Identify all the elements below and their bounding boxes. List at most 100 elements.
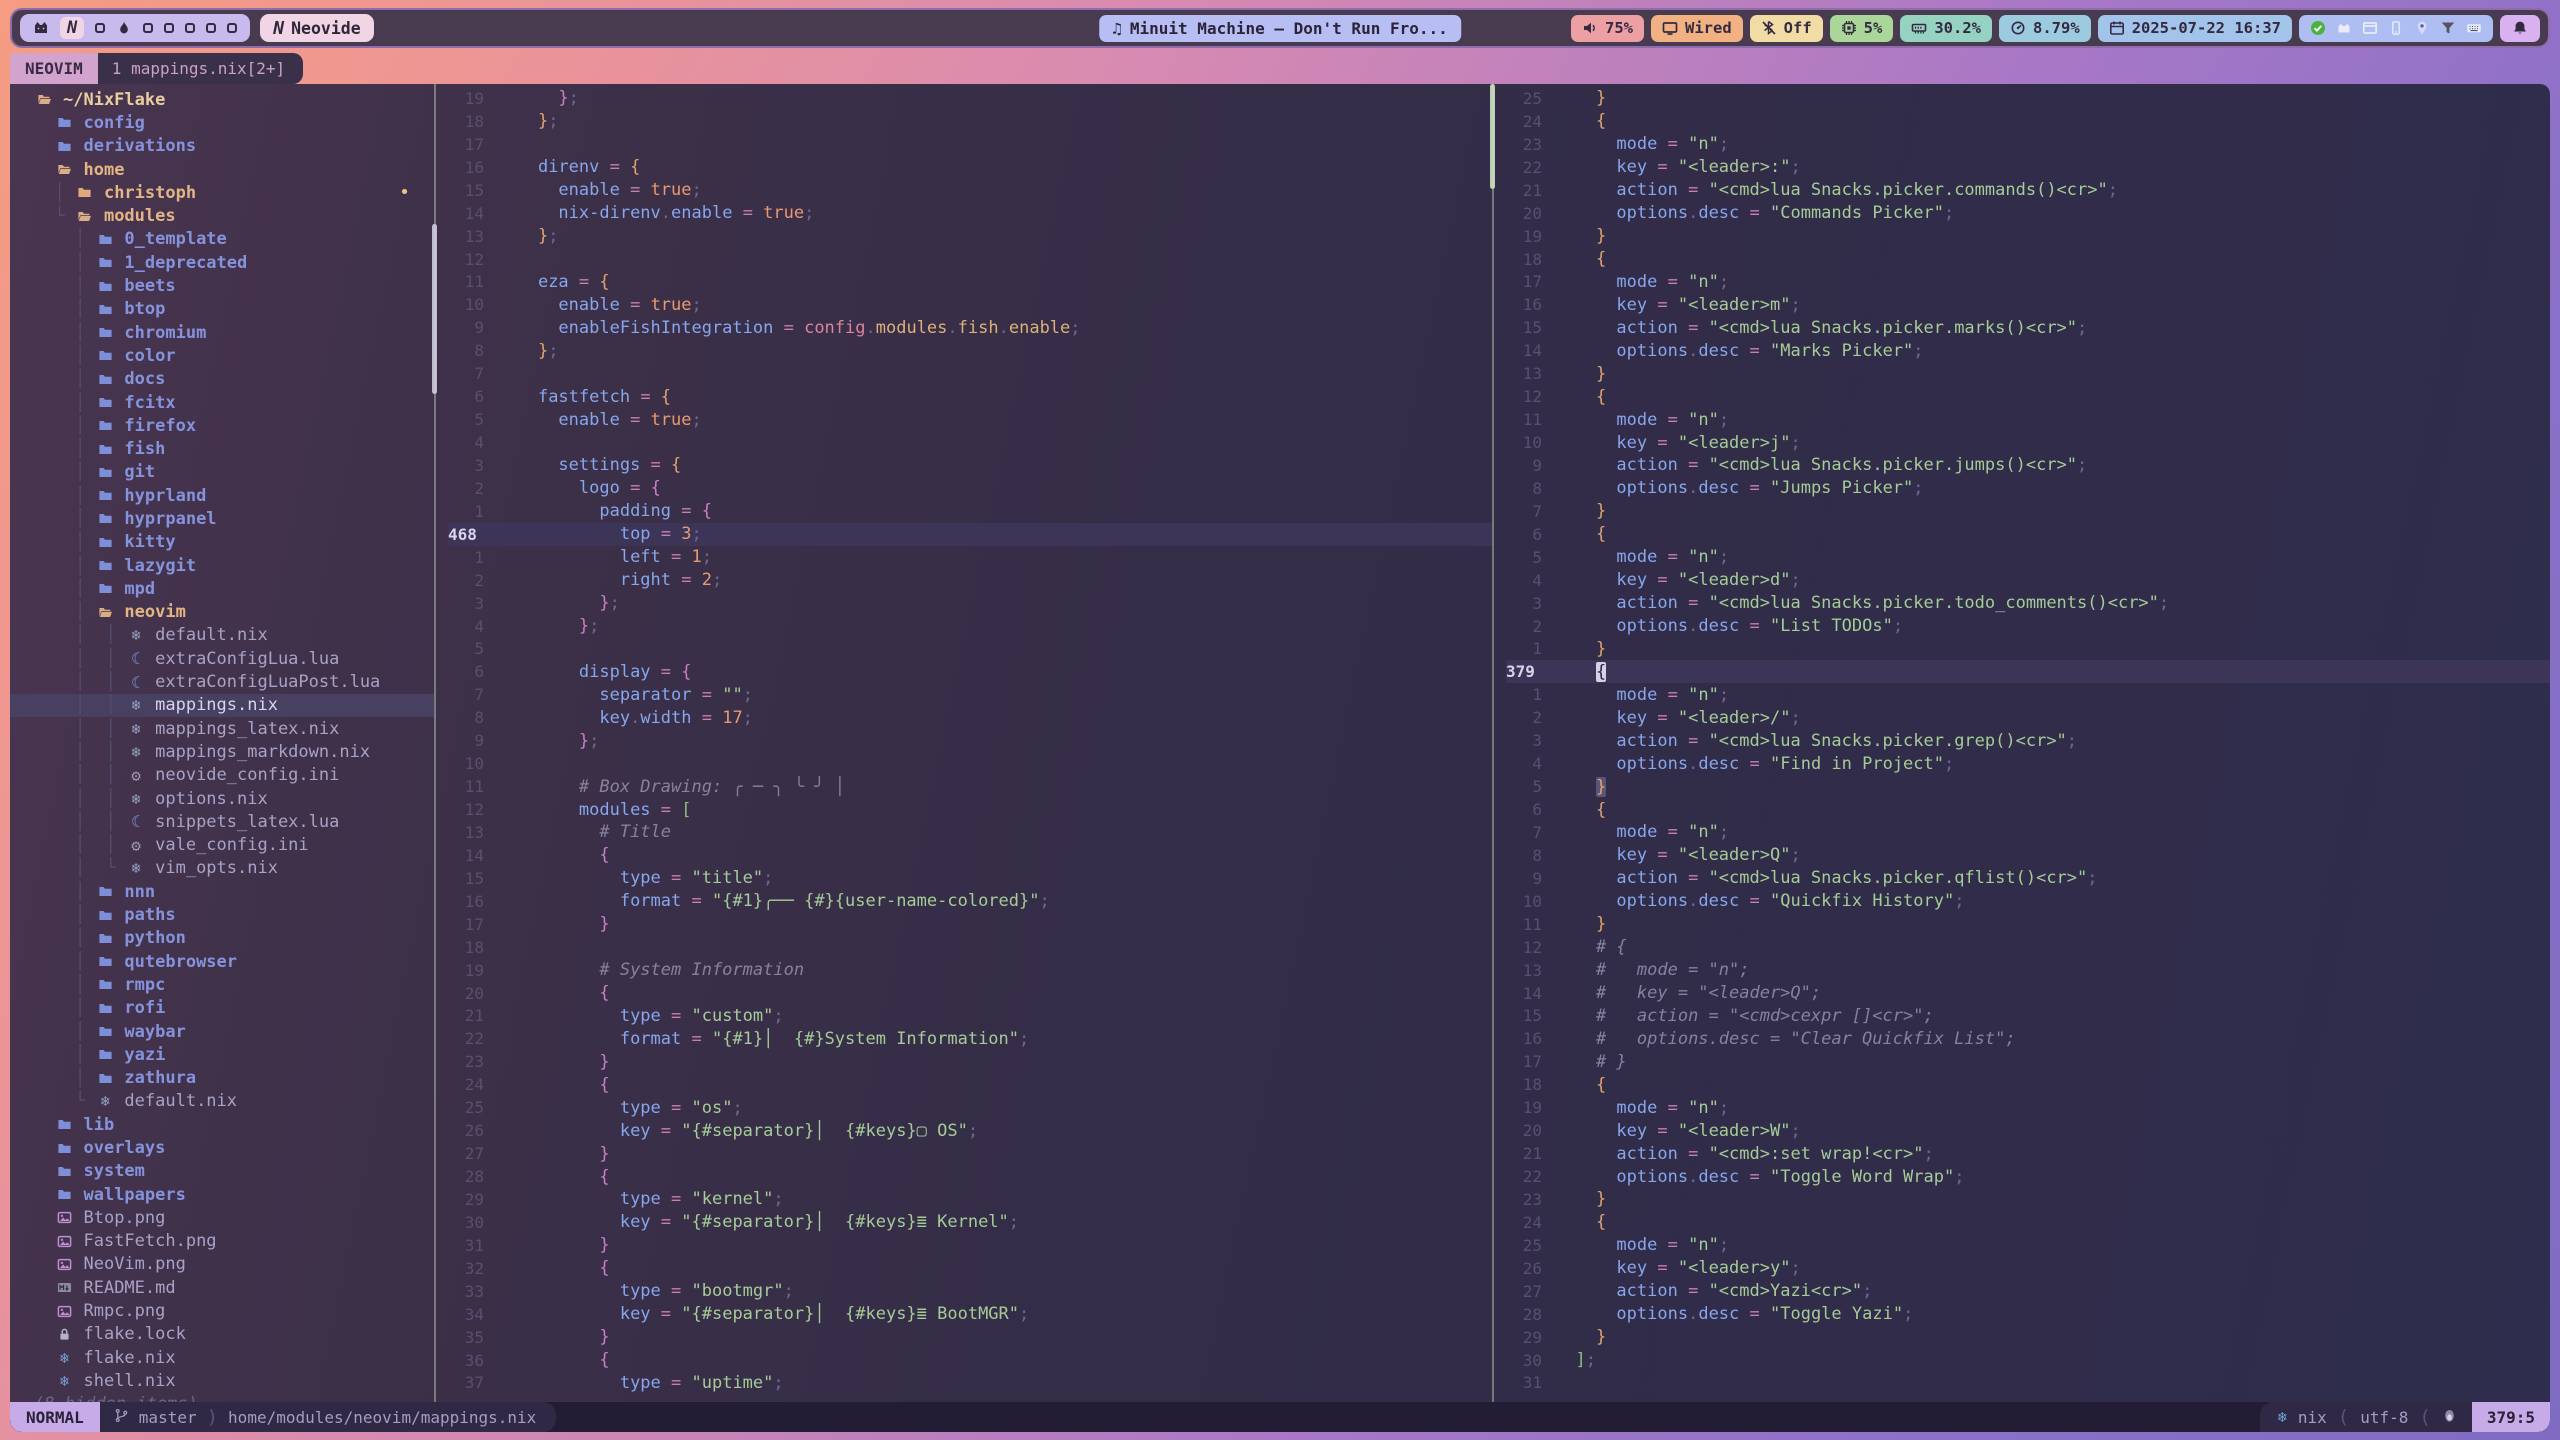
code-line[interactable]: 4 }; xyxy=(448,615,1492,638)
code-line[interactable]: 1 mode = "n"; xyxy=(1506,683,2550,706)
square-icon[interactable] xyxy=(95,23,105,33)
code-line[interactable]: 11 mode = "n"; xyxy=(1506,408,2550,431)
code-line[interactable]: 16 key = "<leader>m"; xyxy=(1506,293,2550,316)
code-line[interactable]: 5 xyxy=(448,638,1492,661)
code-line[interactable]: 7 } xyxy=(1506,500,2550,523)
tree-item-paths[interactable]: │ paths xyxy=(10,903,434,926)
tree-item-fastfetch-png[interactable]: FastFetch.png xyxy=(10,1230,434,1253)
tree-item-extraconfiglua-lua[interactable]: │ │ ☾extraConfigLua.lua xyxy=(10,647,434,670)
tree-item-color[interactable]: │ color xyxy=(10,344,434,367)
code-line[interactable]: 5 enable = true; xyxy=(448,408,1492,431)
code-line[interactable]: 468 top = 3; xyxy=(448,523,1492,546)
code-line[interactable]: 30 ]; xyxy=(1506,1349,2550,1372)
tree-item-neovim-png[interactable]: NeoVim.png xyxy=(10,1253,434,1276)
cat-tray-icon[interactable] xyxy=(2336,20,2352,36)
tree-item-christoph[interactable]: │ christoph• xyxy=(10,181,434,204)
tree-item-neovide-config-ini[interactable]: │ │ ⚙neovide_config.ini xyxy=(10,764,434,787)
code-line[interactable]: 15 # action = "<cmd>cexpr []<cr>"; xyxy=(1506,1005,2550,1028)
code-line[interactable]: 21 action = "<cmd>lua Snacks.picker.comm… xyxy=(1506,179,2550,202)
tree-item-neovim[interactable]: │ neovim xyxy=(10,601,434,624)
code-line[interactable]: 12 modules = [ xyxy=(448,798,1492,821)
code-line[interactable]: 19 }; xyxy=(448,87,1492,110)
code-line[interactable]: 12 # { xyxy=(1506,936,2550,959)
code-line[interactable]: 3 action = "<cmd>lua Snacks.picker.todo_… xyxy=(1506,592,2550,615)
code-line[interactable]: 36 { xyxy=(448,1349,1492,1372)
code-line[interactable]: 12 xyxy=(448,248,1492,271)
code-line[interactable]: 27 } xyxy=(448,1142,1492,1165)
window-title-pill[interactable]: N Neovide xyxy=(260,14,373,42)
keyboard-icon[interactable] xyxy=(2466,20,2482,36)
code-line[interactable]: 18 { xyxy=(1506,1073,2550,1096)
code-line[interactable]: 14 # key = "<leader>Q"; xyxy=(1506,982,2550,1005)
code-line[interactable]: 20 options.desc = "Commands Picker"; xyxy=(1506,202,2550,225)
tree-item-waybar[interactable]: │ waybar xyxy=(10,1020,434,1043)
code-line[interactable]: 23 } xyxy=(448,1050,1492,1073)
code-line[interactable]: 34 key = "{#separator}│ {#keys}≣ BootMGR… xyxy=(448,1303,1492,1326)
tree-item-extraconfigluapost-lua[interactable]: │ │ ☾extraConfigLuaPost.lua xyxy=(10,670,434,693)
check-circle-icon[interactable] xyxy=(2310,20,2326,36)
code-line[interactable]: 20 key = "<leader>W"; xyxy=(1506,1119,2550,1142)
code-line[interactable]: 29 } xyxy=(1506,1326,2550,1349)
code-line[interactable]: 7 separator = ""; xyxy=(448,683,1492,706)
tree-item-config[interactable]: config xyxy=(10,111,434,134)
code-line[interactable]: 15 action = "<cmd>lua Snacks.picker.mark… xyxy=(1506,316,2550,339)
tree-item-readme-md[interactable]: README.md xyxy=(10,1276,434,1299)
monitor-stat-pill[interactable]: Wired xyxy=(1651,15,1743,42)
code-line[interactable]: 4 xyxy=(448,431,1492,454)
tree-item-git[interactable]: │ git xyxy=(10,461,434,484)
tree-item-mappings-markdown-nix[interactable]: │ │ ❄mappings_markdown.nix xyxy=(10,740,434,763)
code-line[interactable]: 9 action = "<cmd>lua Snacks.picker.qflis… xyxy=(1506,867,2550,890)
code-line[interactable]: 28 options.desc = "Toggle Yazi"; xyxy=(1506,1303,2550,1326)
code-line[interactable]: 16 direnv = { xyxy=(448,156,1492,179)
tree-item-btop[interactable]: │ btop xyxy=(10,298,434,321)
code-line[interactable]: 5 mode = "n"; xyxy=(1506,546,2550,569)
code-line[interactable]: 2 logo = { xyxy=(448,477,1492,500)
code-line[interactable]: 27 action = "<cmd>Yazi<cr>"; xyxy=(1506,1280,2550,1303)
tree-item-docs[interactable]: │ docs xyxy=(10,368,434,391)
code-line[interactable]: 25 type = "os"; xyxy=(448,1096,1492,1119)
code-line[interactable]: 6 fastfetch = { xyxy=(448,385,1492,408)
code-line[interactable]: 18 xyxy=(448,936,1492,959)
split-pane-separator[interactable] xyxy=(1492,84,1494,1402)
tree-item-hyprland[interactable]: │ hyprland xyxy=(10,484,434,507)
disk-stat-pill[interactable]: 8.79% xyxy=(1999,15,2091,42)
code-line[interactable]: 6 display = { xyxy=(448,660,1492,683)
pin-icon[interactable] xyxy=(2414,20,2430,36)
code-line[interactable]: 8 key.width = 17; xyxy=(448,706,1492,729)
tree-item-btop-png[interactable]: Btop.png xyxy=(10,1206,434,1229)
code-line[interactable]: 22 key = "<leader>:"; xyxy=(1506,156,2550,179)
tree-item-kitty[interactable]: │ kitty xyxy=(10,531,434,554)
code-line[interactable]: 17 # } xyxy=(1506,1050,2550,1073)
tree-item-fish[interactable]: │ fish xyxy=(10,437,434,460)
code-line[interactable]: 14 options.desc = "Marks Picker"; xyxy=(1506,339,2550,362)
square-icon[interactable] xyxy=(185,23,195,33)
code-line[interactable]: 32 { xyxy=(448,1257,1492,1280)
code-line[interactable]: 28 { xyxy=(448,1165,1492,1188)
ram-stat-pill[interactable]: 30.2% xyxy=(1900,15,1992,42)
tab-mappings-nix[interactable]: 1 mappings.nix[2+] xyxy=(98,53,303,84)
code-line[interactable]: 33 type = "bootmgr"; xyxy=(448,1280,1492,1303)
bluetooth-off-stat-pill[interactable]: Off xyxy=(1750,15,1823,42)
code-line[interactable]: 4 key = "<leader>d"; xyxy=(1506,569,2550,592)
code-line[interactable]: 12 { xyxy=(1506,385,2550,408)
tree-item-wallpapers[interactable]: wallpapers xyxy=(10,1183,434,1206)
code-line[interactable]: 13 # Title xyxy=(448,821,1492,844)
code-line[interactable]: 30 key = "{#separator}│ {#keys}≣ Kernel"… xyxy=(448,1211,1492,1234)
code-line[interactable]: 10 key = "<leader>j"; xyxy=(1506,431,2550,454)
tree-item-vale-config-ini[interactable]: │ │ ⚙vale_config.ini xyxy=(10,834,434,857)
code-line[interactable]: 7 xyxy=(448,362,1492,385)
code-line[interactable]: 24 { xyxy=(1506,110,2550,133)
code-line[interactable]: 31 xyxy=(1506,1372,2550,1395)
square-icon[interactable] xyxy=(227,23,237,33)
code-line[interactable]: 20 { xyxy=(448,982,1492,1005)
code-line[interactable]: 17 } xyxy=(448,913,1492,936)
code-line[interactable]: 5 } xyxy=(1506,775,2550,798)
code-line[interactable]: 379 { xyxy=(1506,660,2550,683)
tree-item-modules[interactable]: └ modules xyxy=(10,204,434,227)
code-line[interactable]: 24 { xyxy=(448,1073,1492,1096)
code-line[interactable]: 19 } xyxy=(1506,225,2550,248)
code-line[interactable]: 2 key = "<leader>/"; xyxy=(1506,706,2550,729)
code-line[interactable]: 6 { xyxy=(1506,523,2550,546)
tree-pane-separator[interactable] xyxy=(434,84,436,1402)
code-line[interactable]: 22 options.desc = "Toggle Word Wrap"; xyxy=(1506,1165,2550,1188)
